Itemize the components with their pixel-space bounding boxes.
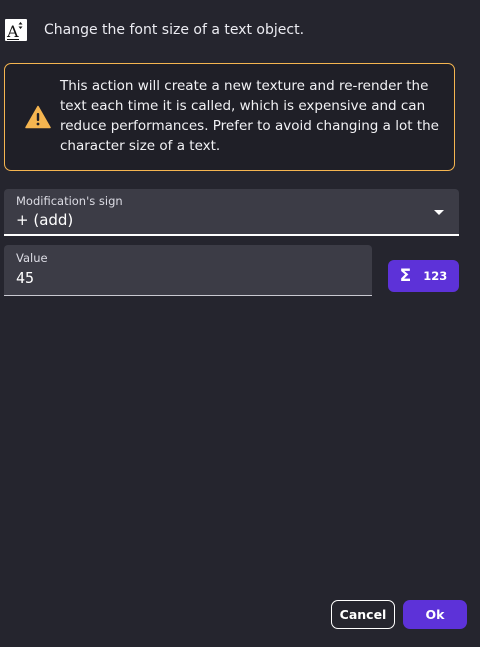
modification-sign-value: + (add) [16,211,74,229]
performance-warning: This action will create a new texture an… [4,63,455,171]
modification-sign-select[interactable]: Modification's sign + (add) [4,189,459,236]
warning-icon [25,105,51,129]
text-object-icon: A [5,19,27,41]
value-text[interactable]: 45 [16,269,34,287]
sigma-icon: Σ [399,266,412,286]
svg-text:A: A [6,22,19,41]
instruction-header: A Change the font size of a text object. [5,19,304,41]
chevron-down-icon[interactable] [434,210,444,215]
value-label: Value [16,251,48,265]
expression-button-label: 123 [423,269,448,283]
ok-button[interactable]: Ok [403,600,467,629]
instruction-description: Change the font size of a text object. [44,22,305,38]
cancel-button[interactable]: Cancel [331,600,395,629]
modification-sign-label: Modification's sign [16,194,123,208]
value-input[interactable]: Value 45 [4,245,372,296]
warning-text: This action will create a new texture an… [60,78,439,154]
expression-editor-button[interactable]: Σ 123 [388,260,459,292]
